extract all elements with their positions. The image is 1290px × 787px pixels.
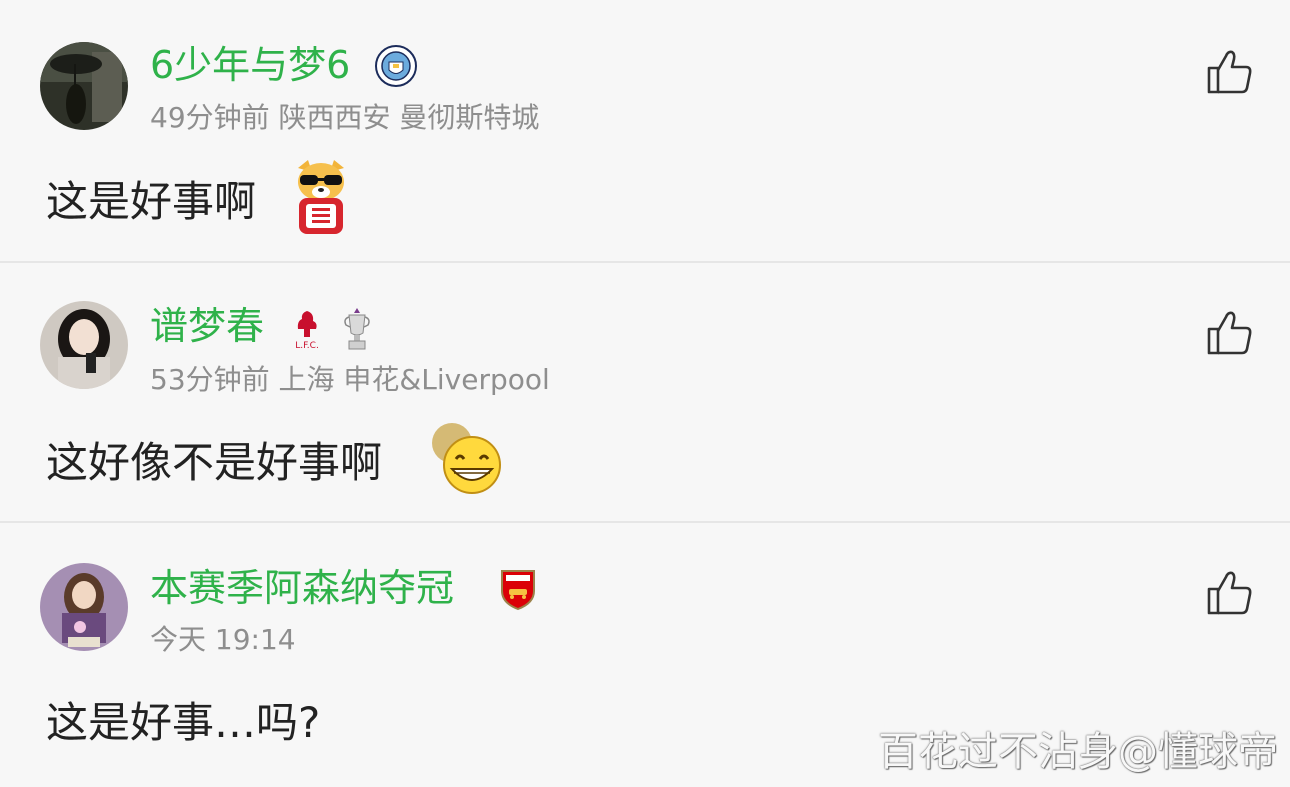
comment-meta: 49分钟前 陕西西安 曼彻斯特城 — [150, 101, 540, 134]
premier-league-trophy-icon — [340, 305, 374, 351]
avatar[interactable] — [40, 301, 128, 389]
like-thumb-icon[interactable] — [1206, 309, 1254, 357]
comment-meta: 53分钟前 上海 申花&Liverpool — [150, 363, 550, 396]
comment-item: 谱梦春 L.F.C. 53分钟前 上海 申花&Liverpool 这好像不是好事… — [0, 263, 1290, 521]
svg-text:L.F.C.: L.F.C. — [295, 341, 319, 351]
grin-face-emoji — [428, 419, 504, 499]
liverpool-crest-icon: L.F.C. — [292, 307, 322, 351]
dog-sunglasses-sticker — [290, 158, 352, 236]
avatar[interactable] — [40, 563, 128, 651]
like-thumb-icon[interactable] — [1206, 569, 1254, 617]
comment-body: 这是好事啊 — [46, 177, 257, 226]
arsenal-crest-icon — [498, 567, 538, 611]
username[interactable]: 本赛季阿森纳夺冠 — [150, 565, 454, 611]
comment-body: 这是好事…吗? — [46, 698, 321, 747]
like-thumb-icon[interactable] — [1206, 48, 1254, 96]
username[interactable]: 6少年与梦6 — [150, 42, 350, 88]
watermark: 百花过不沾身@懂球帝 — [878, 729, 1278, 775]
manchester-city-crest-icon — [374, 44, 418, 88]
comment-body: 这好像不是好事啊 — [46, 438, 383, 487]
username[interactable]: 谱梦春 — [150, 303, 264, 349]
avatar[interactable] — [40, 42, 128, 130]
comment-item: 6少年与梦6 49分钟前 陕西西安 曼彻斯特城 这是好事啊 — [0, 0, 1290, 262]
comment-meta: 今天 19:14 — [150, 623, 296, 656]
